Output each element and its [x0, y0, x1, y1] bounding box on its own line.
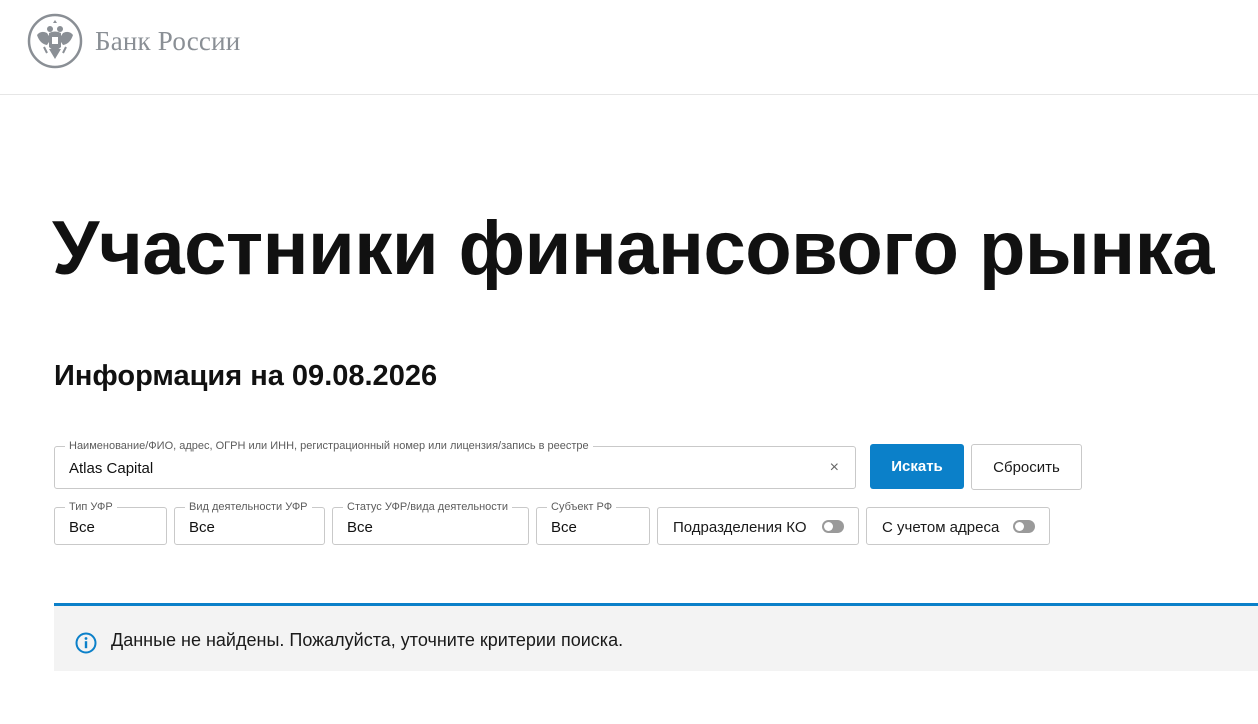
info-date-heading: Информация на 09.08.2026 — [54, 360, 438, 392]
region-filter-select[interactable]: Субъект РФ Все — [536, 500, 650, 545]
bank-logo[interactable]: Банк России — [27, 13, 240, 69]
status-filter-value: Все — [347, 519, 373, 536]
address-toggle-label: С учетом адреса — [882, 519, 1000, 536]
type-filter-value: Все — [69, 519, 95, 536]
search-button[interactable]: Искать — [870, 444, 964, 489]
activity-filter-value: Все — [189, 519, 215, 536]
info-icon — [75, 632, 97, 654]
page-title: Участники финансового рынка — [52, 206, 1215, 291]
type-filter-select[interactable]: Тип УФР Все — [54, 500, 167, 545]
region-filter-value: Все — [551, 519, 577, 536]
search-input-label: Наименование/ФИО, адрес, ОГРН или ИНН, р… — [65, 439, 593, 453]
status-filter-select[interactable]: Статус УФР/вида деятельности Все — [332, 500, 529, 545]
address-toggle[interactable]: С учетом адреса — [866, 507, 1050, 545]
divisions-toggle-switch[interactable] — [822, 520, 844, 533]
notice-text: Данные не найдены. Пожалуйста, уточните … — [111, 630, 624, 650]
site-header: Банк России — [0, 0, 1258, 95]
divisions-toggle[interactable]: Подразделения КО — [657, 507, 859, 545]
search-input[interactable]: Наименование/ФИО, адрес, ОГРН или ИНН, р… — [54, 439, 856, 489]
address-toggle-switch[interactable] — [1013, 520, 1035, 533]
clear-icon[interactable]: × — [830, 458, 839, 478]
divisions-toggle-label: Подразделения КО — [673, 519, 807, 536]
region-filter-label: Субъект РФ — [547, 500, 617, 514]
type-filter-label: Тип УФР — [65, 500, 117, 514]
activity-filter-label: Вид деятельности УФР — [185, 500, 312, 514]
status-filter-label: Статус УФР/вида деятельности — [343, 500, 512, 514]
logo-text: Банк России — [95, 25, 241, 56]
search-input-value[interactable]: Atlas Capital — [69, 460, 153, 477]
reset-button[interactable]: Сбросить — [971, 444, 1082, 490]
activity-filter-select[interactable]: Вид деятельности УФР Все — [174, 500, 325, 545]
double-headed-eagle-icon — [27, 13, 83, 69]
no-results-notice: Данные не найдены. Пожалуйста, уточните … — [54, 603, 1258, 671]
